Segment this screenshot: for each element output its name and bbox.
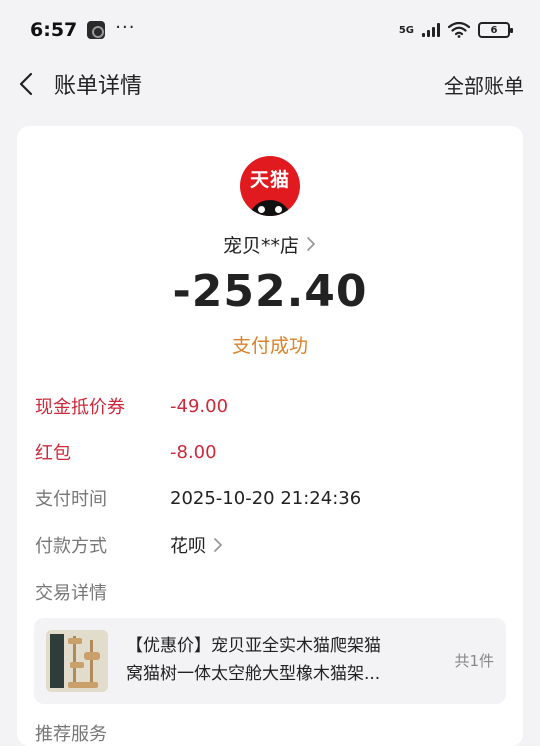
product-thumbnail: [46, 630, 108, 692]
payment-status: 支付成功: [231, 335, 308, 357]
recommended-services-label: 推荐服务: [35, 724, 107, 745]
detail-label: 付款方式: [35, 536, 107, 557]
product-title-line: 【优惠价】宠贝亚全实木猫爬架猫: [126, 636, 381, 656]
detail-value: -49.00: [170, 395, 229, 417]
more-notifications-icon: ···: [115, 16, 136, 38]
status-time: 6:57: [30, 19, 78, 41]
product-item[interactable]: 【优惠价】宠贝亚全实木猫爬架猫 窝猫树一体太空舱大型橡木猫架... 共1件: [34, 618, 506, 704]
nav-bar: 账单详情 全部账单: [0, 60, 540, 108]
detail-label: 红包: [35, 443, 71, 464]
detail-label: 现金抵价券: [35, 397, 125, 418]
tmall-logo[interactable]: 天猫: [240, 156, 300, 216]
status-left: 6:57 ···: [30, 16, 136, 42]
battery-icon: 6: [478, 22, 513, 38]
detail-row-red-packet: 红包 -8.00: [35, 438, 217, 466]
page-title: 账单详情: [54, 74, 143, 99]
detail-row-coupon: 现金抵价券 -49.00: [35, 392, 228, 420]
chevron-right-icon: [214, 538, 222, 552]
bill-detail-card: 天猫 宠贝**店 -252.40 支付成功 现金抵价券 -49.00 红包 -8…: [17, 126, 523, 746]
app-notification-icon: [87, 21, 106, 39]
detail-row-pay-method[interactable]: 付款方式 花呗: [35, 531, 224, 559]
product-title-line: 窝猫树一体太空舱大型橡木猫架...: [126, 664, 381, 684]
all-bills-link[interactable]: 全部账单: [444, 70, 524, 99]
status-right: 5G 6: [398, 22, 513, 38]
merchant-link[interactable]: 宠贝**店: [17, 230, 523, 258]
bill-amount: -252.40: [172, 266, 368, 317]
back-icon[interactable]: [14, 72, 38, 96]
merchant-name: 宠贝**店: [222, 234, 299, 257]
signal-icon: [422, 23, 440, 37]
detail-value: 2025-10-20 21:24:36: [170, 487, 362, 509]
detail-value: 花呗: [170, 536, 206, 557]
cat-face-icon: [248, 200, 292, 216]
payment-method-value: 花呗: [170, 532, 224, 558]
chevron-right-icon: [307, 237, 315, 251]
logo-text: 天猫: [249, 169, 290, 191]
wifi-icon: [448, 22, 470, 38]
detail-row-pay-time: 支付时间 2025-10-20 21:24:36: [35, 484, 361, 512]
product-count: 共1件: [454, 652, 494, 670]
detail-value: -8.00: [170, 441, 217, 463]
status-bar: 6:57 ··· 5G 6: [0, 0, 540, 60]
detail-label: 支付时间: [35, 489, 107, 510]
trade-details-label: 交易详情: [35, 583, 107, 604]
network-type: 5G: [398, 24, 414, 36]
nav-left: 账单详情: [14, 68, 142, 100]
product-title: 【优惠价】宠贝亚全实木猫爬架猫 窝猫树一体太空舱大型橡木猫架...: [126, 632, 426, 688]
